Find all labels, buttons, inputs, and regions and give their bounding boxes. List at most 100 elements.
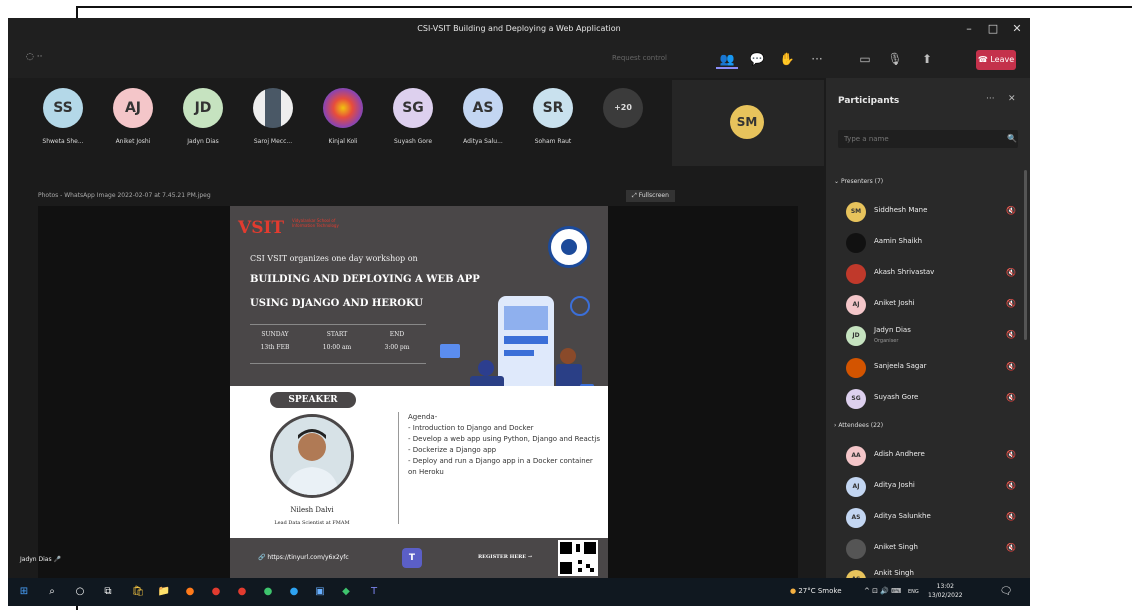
meeting-toolbar: ◌ ·· Request control 👥 💬 ✋ ··· ▭ 🎙 ⬆ ☎ L… [8,40,1030,78]
vsit-logo-subtitle: Vidyalankar School of Information Techno… [292,218,339,228]
spotlight-video-tile[interactable]: SM [672,80,824,166]
tile-4[interactable]: Kinjal Koli [308,88,378,145]
system-clock[interactable]: 13:02 13/02/2022 [928,582,963,600]
tile-2[interactable]: JD Jadyn Dias [168,88,238,145]
teams-icon[interactable]: T [366,584,382,600]
participant-search-input[interactable] [838,130,1018,148]
participant-name: Aamin Shaikh [874,237,923,245]
sun-icon: ● [790,587,797,595]
opera-icon[interactable]: ● [208,584,224,600]
title-bar: CSI-VSIT Building and Deploying a Web Ap… [8,18,1030,40]
participant-row[interactable]: SM Siddhesh Mane 🔇 [838,200,1024,224]
firefox-icon[interactable]: ● [182,584,198,600]
participants-icon[interactable]: 👥 [716,49,738,69]
presenters-section-header[interactable]: ⌄ Presenters (7) [834,178,883,185]
tile-3[interactable]: Saroj Mecc... [238,88,308,145]
tray-icons[interactable]: ^ ⊡ 🔊 ⌨ [864,587,901,595]
tile-6[interactable]: AS Aditya Salu... [448,88,518,145]
maximize-icon[interactable]: □ [984,21,1002,37]
participant-row[interactable]: AJ Aditya Joshi 🔇 [838,475,1024,499]
mic-off-icon: 🔇 [1006,299,1016,308]
task-view-icon[interactable]: ⧉ [100,584,116,600]
tile-1[interactable]: AJ Aniket Joshi [98,88,168,145]
agenda-item: - Deploy and run a Django app in a Docke… [408,457,593,476]
edge-icon[interactable]: ● [286,584,302,600]
poster-footer: 🔗 https://tinyurl.com/y6x2yfc T REGISTER… [230,538,608,578]
self-name: Jadyn Dias [20,556,52,563]
store-icon[interactable]: 🛍 [130,584,146,600]
tile-5[interactable]: SG Suyash Gore [378,88,448,145]
panel-close-icon[interactable]: ✕ [1008,94,1016,104]
presenters-label: Presenters (7) [840,178,884,185]
schedule-head: END [389,331,405,338]
poster-title-line1: BUILDING AND DEPLOYING A WEB APP [250,274,480,285]
tile-7[interactable]: SR Soham Raut [518,88,588,145]
schedule-start: START 10:00 am [312,331,362,351]
mic-off-icon[interactable]: 🎙 [884,49,906,69]
close-icon[interactable]: ✕ [1008,21,1026,37]
participant-name: Aditya Joshi [874,481,915,489]
notifications-icon[interactable]: 🗨 [998,584,1014,600]
weather-widget[interactable]: ● 27°C Smoke [790,587,842,595]
attendees-label: Attendees (22) [838,422,884,429]
mic-off-icon: 🔇 [1006,362,1016,371]
tile-name: Aditya Salu... [463,138,503,145]
file-explorer-icon[interactable]: 📁 [156,584,172,600]
participant-row[interactable]: Aniket Singh 🔇 [838,537,1024,561]
participant-row[interactable]: Aamin Shaikh [838,231,1024,255]
app-icon[interactable]: ◆ [338,584,354,600]
schedule-head: SUNDAY [261,331,289,338]
mic-off-icon: 🔇 [1006,543,1016,552]
camera-off-icon[interactable]: ▭ [854,49,876,69]
language-indicator[interactable]: ENG [908,589,919,595]
poster-title-line2: USING DJANGO AND HEROKU [250,298,424,309]
participant-row[interactable]: Akash Shrivastav 🔇 [838,262,1024,286]
avatar-photo [323,88,363,128]
fullscreen-label: Fullscreen [638,192,669,199]
shared-content-header: Photos - WhatsApp Image 2022-02-07 at 7.… [38,190,798,206]
participant-row[interactable]: SG Suyash Gore 🔇 [838,387,1024,411]
mic-off-icon: 🔇 [1006,393,1016,402]
more-options-icon[interactable]: ··· [806,49,828,69]
attendees-section-header[interactable]: › Attendees (22) [834,422,883,429]
avatar-photo [253,88,293,128]
avatar: JD [183,88,223,128]
fullscreen-button[interactable]: ⤢ Fullscreen [626,190,675,202]
brave-icon[interactable]: ● [234,584,250,600]
minimize-icon[interactable]: – [960,21,978,37]
panel-scrollbar[interactable] [1024,170,1027,340]
url-text: https://tinyurl.com/y6x2yfc [267,554,349,561]
avatar: AA [846,446,866,466]
monitor-icon[interactable]: ▣ [312,584,328,600]
participant-row[interactable]: AJ Aniket Joshi 🔇 [838,293,1024,317]
raise-hand-icon[interactable]: ✋ [776,49,798,69]
chrome-icon[interactable]: ● [260,584,276,600]
participant-row[interactable]: AA Adish Andhere 🔇 [838,444,1024,468]
search-icon[interactable]: ⌕ [44,584,60,600]
chat-icon[interactable]: 💬 [746,49,768,69]
screen-frame-top [78,6,1132,8]
request-control-button[interactable]: Request control [612,54,667,62]
participant-name: Ankit Singh [874,569,914,577]
participant-row[interactable]: Sanjeela Sagar 🔇 [838,356,1024,380]
cortana-icon[interactable]: ○ [72,584,88,600]
more-participants-tile[interactable]: +20 [588,88,658,128]
csi-seal-icon [548,226,590,268]
avatar: AS [846,570,866,578]
poster-header: VSIT Vidyalankar School of Information T… [230,206,608,398]
panel-more-icon[interactable]: ··· [986,94,995,104]
leave-button[interactable]: ☎ Leave [976,50,1016,70]
avatar: JD [846,326,866,346]
schedule-value: 13th FEB [260,344,290,351]
windows-start-icon[interactable]: ⊞ [16,584,32,600]
tile-name: Kinjal Koli [328,138,358,145]
participants-panel: Participants ··· ✕ 🔍 ⌄ Presenters (7) SM… [826,78,1030,578]
tile-0[interactable]: SS Shweta She... [28,88,98,145]
clock-date: 13/02/2022 [928,592,963,599]
mic-off-icon: 🔇 [1006,330,1016,339]
participant-row[interactable]: AS Aditya Salunkhe 🔇 [838,506,1024,530]
participant-row[interactable]: AS Ankit Singh [838,568,1024,578]
participant-row[interactable]: JD Jadyn Dias Organiser 🔇 [838,324,1024,348]
share-tray-icon[interactable]: ⬆ [916,49,938,69]
speaker-name: Nilesh Dalvi [290,506,334,514]
